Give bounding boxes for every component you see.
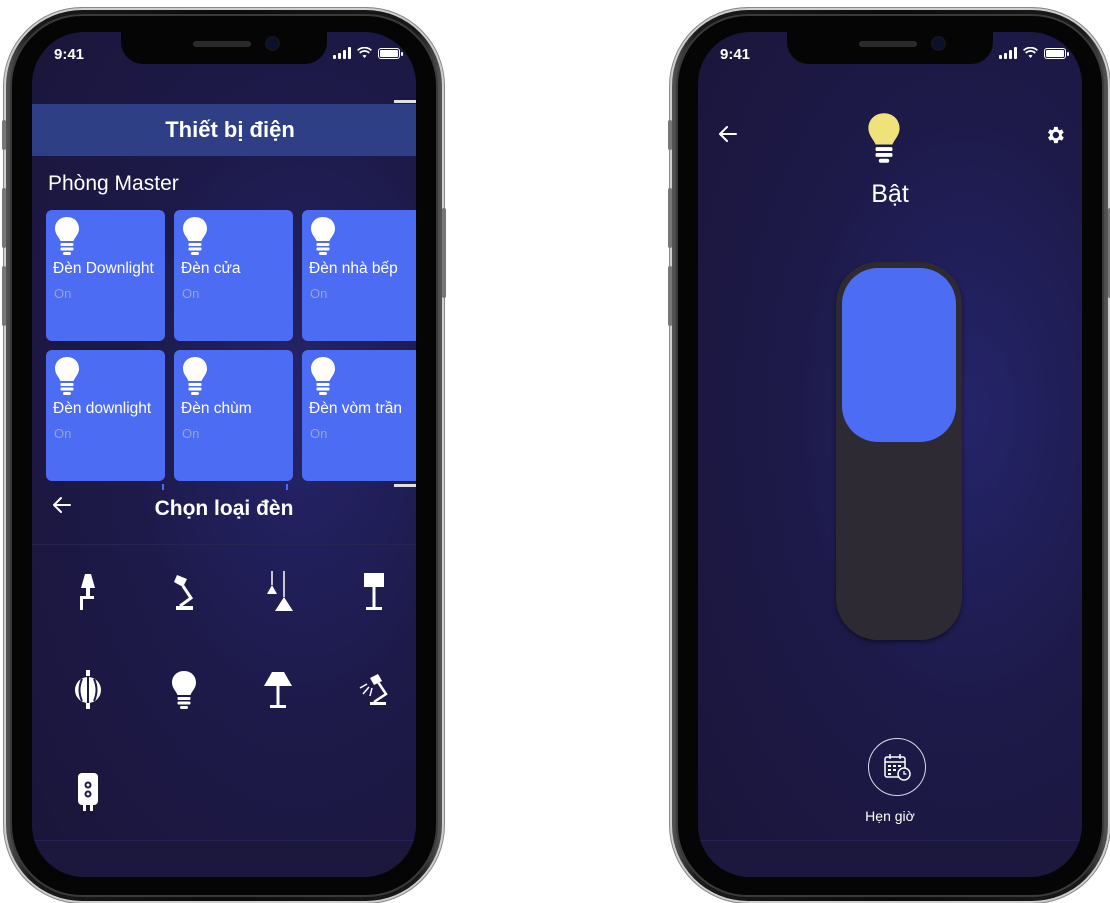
wifi-icon: [357, 47, 372, 58]
battery-icon: [378, 48, 403, 59]
pendant-lamp-icon[interactable]: [258, 571, 298, 612]
device-grid: Đèn Downlight On Đèn cửa On Đèn nhà bếp …: [46, 210, 416, 481]
device-state: On: [54, 426, 72, 441]
device-name: Đèn downlight: [53, 400, 152, 417]
room-title: Phòng Master: [48, 172, 179, 195]
status-icons: [999, 47, 1069, 59]
timer-button[interactable]: [868, 738, 926, 796]
signal-icon: [999, 47, 1017, 59]
device-card[interactable]: Đèn downlight On: [46, 350, 165, 481]
light-control-screen: 9:41 Bật Hẹn giờ: [698, 32, 1082, 877]
device-card[interactable]: Đèn Downlight On: [46, 210, 165, 341]
device-state: On: [310, 286, 328, 301]
device-card[interactable]: Đèn cửa On: [174, 210, 293, 341]
bulb-icon: [311, 357, 335, 395]
status-icons: [333, 47, 403, 59]
bulb-icon: [183, 217, 207, 255]
gear-icon: [1048, 126, 1064, 144]
arrow-left-icon: [719, 126, 737, 142]
device-name: Đèn chùm: [181, 400, 252, 417]
switch-knob[interactable]: [842, 268, 956, 442]
battery-icon: [1044, 48, 1069, 59]
phone-frame-right: 9:41 Bật Hẹn giờ: [668, 8, 1110, 903]
back-button[interactable]: [718, 122, 738, 150]
device-card[interactable]: Đèn nhà bếp On: [302, 210, 416, 341]
device-state: On: [182, 426, 200, 441]
desk-lamp-icon[interactable]: [164, 572, 204, 612]
bulb-icon: [55, 357, 79, 395]
bulb-icon: [183, 357, 207, 395]
spot-lamp-icon[interactable]: [354, 670, 394, 710]
device-card[interactable]: Đèn chùm On: [174, 350, 293, 481]
light-state-label: Bật: [871, 180, 909, 208]
wifi-icon: [1023, 47, 1038, 58]
device-state: On: [310, 426, 328, 441]
bulb-icon: [868, 113, 900, 163]
device-state: On: [54, 286, 72, 301]
bulb-icon: [311, 217, 335, 255]
device-name: Đèn Downlight: [53, 260, 154, 277]
bottom-bar: [698, 840, 1082, 877]
device-card[interactable]: Đèn vòm trần On: [302, 350, 416, 481]
floor-lamp-icon[interactable]: [354, 572, 394, 612]
device-name: Đèn cửa: [181, 260, 241, 277]
device-name: Đèn vòm trần: [309, 400, 403, 417]
timer-label: Hẹn giờ: [865, 808, 915, 824]
bulb-icon[interactable]: [164, 670, 204, 710]
section-title: Chọn loại đèn: [154, 497, 294, 520]
lamp-type-header: Chọn loại đèn: [32, 484, 416, 545]
power-toggle-switch[interactable]: [836, 262, 962, 640]
bulb-icon: [55, 217, 79, 255]
device-state: On: [182, 286, 200, 301]
device-list-screen: 9:41 Thiết bị điện Phòng Master Đèn Down…: [32, 32, 416, 877]
page-title: Thiết bị điện: [165, 117, 295, 142]
lantern-icon[interactable]: [68, 670, 108, 710]
bottom-bar: [32, 840, 416, 877]
settings-button[interactable]: [1044, 124, 1066, 151]
wall-lamp-icon[interactable]: [68, 572, 108, 612]
device-name: Đèn nhà bếp: [309, 260, 398, 277]
phone-frame-left: 9:41 Thiết bị điện Phòng Master Đèn Down…: [2, 8, 446, 903]
signal-icon: [333, 47, 351, 59]
calendar-clock-icon: [884, 754, 911, 781]
app-bar: Thiết bị điện: [32, 100, 416, 156]
socket-icon[interactable]: [68, 772, 108, 812]
table-lamp-icon[interactable]: [258, 670, 298, 710]
status-time: 9:41: [54, 46, 85, 63]
status-time: 9:41: [720, 46, 751, 63]
